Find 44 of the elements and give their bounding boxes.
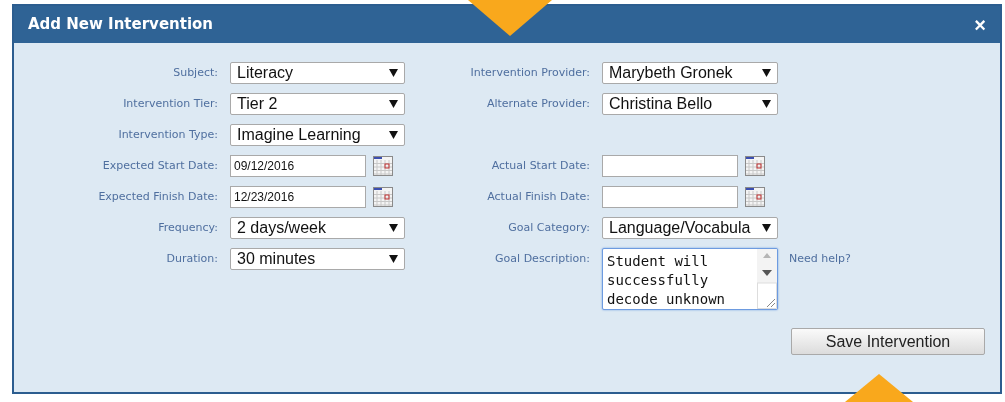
caret-icon [762,100,771,108]
caret-icon [389,100,398,108]
date-field[interactable] [602,186,738,208]
dropdown[interactable]: Imagine Learning [230,124,405,146]
calendar-icon[interactable] [745,156,765,176]
dropdown[interactable]: 2 days/week [230,217,405,239]
field-label: Intervention Provider: [470,64,590,81]
caret-icon [389,131,398,139]
field-label: Expected Start Date: [102,157,218,174]
caret-icon [762,224,771,232]
pointer-arrow [845,374,913,402]
field-label: Expected Finish Date: [98,188,218,205]
field-label: Goal Description: [495,250,590,267]
date-field[interactable]: 12/23/2016 [230,186,366,208]
calendar-icon[interactable] [745,187,765,207]
caret-icon [389,69,398,77]
field-label: Goal Category: [508,219,590,236]
help-link[interactable]: Need help? [789,250,851,268]
field-label: Actual Finish Date: [487,188,590,205]
save-intervention-button[interactable]: Save Intervention [791,328,985,355]
caret-icon [389,224,398,232]
goal-description-field[interactable]: Student will successfully decode unknown [602,248,778,310]
field-label: Intervention Tier: [123,95,218,112]
caret-icon [389,255,398,263]
field-label: Intervention Type: [118,126,218,143]
scrollbar-drawing[interactable] [757,249,777,309]
date-field[interactable]: 09/12/2016 [230,155,366,177]
calendar-icon[interactable] [373,187,393,207]
dropdown[interactable]: 30 minutes [230,248,405,270]
caret-icon [762,69,771,77]
date-field[interactable] [602,155,738,177]
close-button[interactable]: × [974,14,986,35]
field-label: Actual Start Date: [491,157,590,174]
dropdown[interactable]: Language/Vocabula [602,217,778,239]
dialog-title: Add New Intervention [28,14,214,36]
dropdown[interactable]: Literacy [230,62,405,84]
dropdown[interactable]: Tier 2 [230,93,405,115]
field-label: Duration: [166,250,218,267]
dropdown[interactable]: Christina Bello [602,93,778,115]
calendar-icon[interactable] [373,156,393,176]
field-label: Alternate Provider: [486,95,590,112]
dropdown[interactable]: Marybeth Gronek [602,62,778,84]
field-label: Frequency: [158,219,218,236]
field-label: Subject: [173,64,218,81]
